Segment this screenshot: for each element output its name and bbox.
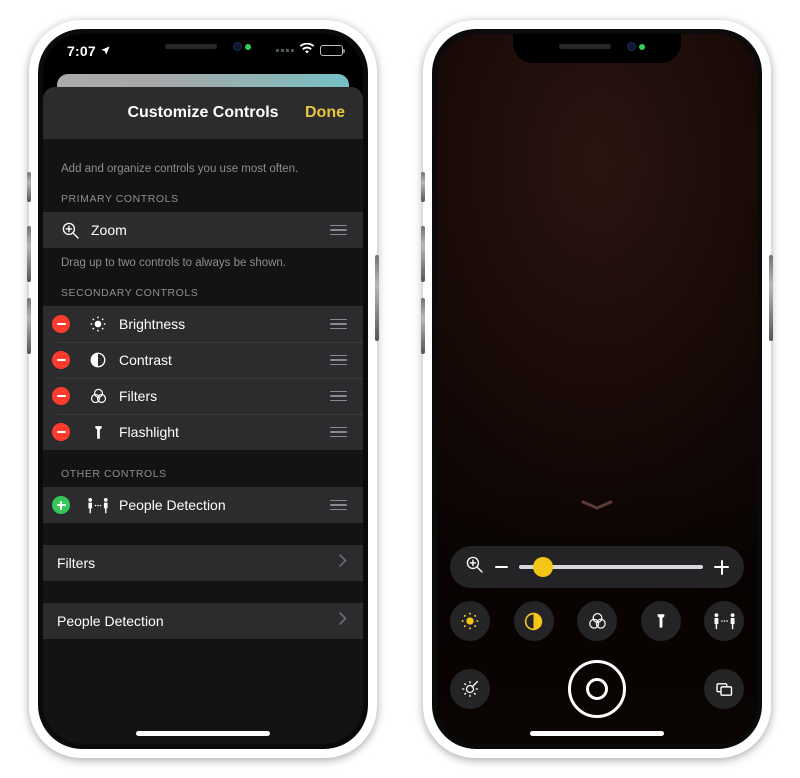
reorder-handle-icon[interactable] (330, 390, 347, 402)
contrast-half-circle-icon[interactable] (513, 601, 554, 641)
disclosure-row-people-detection[interactable]: People Detection (43, 603, 363, 639)
power-button[interactable] (375, 255, 379, 341)
remove-control-button[interactable] (52, 423, 75, 441)
minus-icon[interactable] (495, 566, 508, 568)
secondary-controls-group: Brightness Contrast Filters Flashlight (43, 306, 363, 450)
list-item-label: Contrast (119, 352, 172, 368)
reorder-handle-icon[interactable] (330, 224, 347, 236)
disclosure-row-label: Filters (57, 555, 96, 571)
filters-venn-circles-icon[interactable] (577, 601, 617, 641)
tool-button-row (450, 601, 744, 641)
list-item[interactable]: Zoom (43, 212, 363, 248)
mute-switch[interactable] (27, 172, 31, 202)
done-button[interactable]: Done (305, 104, 345, 122)
sheet-header: Customize Controls Done (43, 87, 363, 139)
people-detection-icon[interactable] (704, 601, 744, 641)
screenshot-stage: Customize Controls Done Add and organize… (0, 0, 800, 778)
reorder-handle-icon[interactable] (330, 499, 347, 511)
reorder-handle-icon[interactable] (330, 354, 347, 366)
reorder-handle-icon[interactable] (330, 318, 347, 330)
shutter-inner-ring (586, 678, 608, 700)
flashlight-icon (85, 424, 111, 441)
other-controls-group: People Detection (43, 487, 363, 523)
list-item[interactable]: Contrast (43, 342, 363, 378)
list-item[interactable]: Flashlight (43, 414, 363, 450)
remove-control-button[interactable] (52, 351, 75, 369)
volume-down-button[interactable] (421, 298, 425, 354)
list-item-label: Flashlight (119, 424, 179, 440)
brightness-sun-icon (85, 315, 111, 333)
disclosure-row-filters[interactable]: Filters (43, 545, 363, 581)
status-bar: 7:07 (43, 34, 363, 65)
list-item[interactable]: Filters (43, 378, 363, 414)
zoom-slider-thumb[interactable] (532, 557, 553, 577)
disclosure-row-label: People Detection (57, 613, 164, 629)
remove-control-button[interactable] (52, 387, 75, 405)
home-indicator[interactable] (136, 731, 270, 736)
section-spacer (43, 523, 363, 545)
power-button[interactable] (769, 255, 773, 341)
filters-venn-circles-icon (85, 387, 111, 406)
front-camera-icon (626, 42, 636, 51)
plus-icon[interactable] (714, 559, 729, 575)
brightness-sun-icon[interactable] (450, 601, 490, 641)
status-bar-right (276, 42, 345, 60)
right-phone-screen (437, 34, 757, 744)
chevron-right-icon (339, 612, 347, 630)
freeze-frame-shutter-button[interactable] (568, 660, 626, 718)
home-indicator[interactable] (530, 731, 664, 736)
volume-up-button[interactable] (27, 226, 31, 282)
sheet-body[interactable]: Add and organize controls you use most o… (43, 139, 363, 744)
list-item-label: Zoom (91, 222, 127, 238)
status-bar-left: 7:07 (67, 43, 111, 59)
zoom-slider-track[interactable] (519, 557, 703, 577)
list-item[interactable]: People Detection (43, 487, 363, 523)
chevron-down-handle-icon[interactable] (580, 498, 614, 516)
reorder-handle-icon[interactable] (330, 426, 347, 438)
volume-up-button[interactable] (421, 226, 425, 282)
right-phone-device (421, 20, 773, 758)
zoom-slider-bar[interactable] (450, 546, 744, 588)
left-phone-screen: Customize Controls Done Add and organize… (43, 34, 363, 744)
contrast-half-circle-icon (85, 351, 111, 369)
green-recording-dot (245, 44, 251, 50)
battery-icon (320, 45, 345, 56)
left-phone-device: Customize Controls Done Add and organize… (27, 20, 379, 758)
people-detection-icon (85, 497, 111, 514)
volume-down-button[interactable] (27, 298, 31, 354)
zoom-in-magnifier-icon (465, 555, 484, 579)
multiple-frames-icon[interactable] (704, 669, 744, 709)
green-recording-dot (639, 44, 645, 50)
section-header-other: OTHER CONTROLS (61, 468, 167, 480)
chevron-right-icon (339, 554, 347, 572)
notch (513, 34, 681, 63)
list-item-label: Brightness (119, 316, 186, 332)
left-phone-bezel: Customize Controls Done Add and organize… (38, 29, 368, 749)
location-arrow-icon (100, 43, 111, 59)
section-spacer (43, 581, 363, 603)
magnifier-controls (437, 546, 757, 718)
clock-label: 7:07 (67, 42, 96, 59)
list-item-label: People Detection (119, 497, 226, 513)
right-phone-bezel (432, 29, 762, 749)
page-title: Customize Controls (127, 104, 279, 121)
settings-gear-icon[interactable] (450, 669, 490, 709)
primary-section-footer: Drag up to two controls to always be sho… (61, 257, 287, 269)
list-item[interactable]: Brightness (43, 306, 363, 342)
zoom-in-magnifier-icon (57, 221, 83, 240)
intro-description: Add and organize controls you use most o… (61, 163, 299, 175)
flashlight-icon[interactable] (640, 601, 681, 641)
action-button-row (450, 654, 744, 718)
primary-controls-group: Zoom (43, 212, 363, 248)
mute-switch[interactable] (421, 172, 425, 202)
cellular-dots-icon (276, 49, 294, 52)
section-header-secondary: SECONDARY CONTROLS (61, 287, 199, 299)
customize-controls-sheet: Customize Controls Done Add and organize… (43, 87, 363, 744)
section-header-primary: PRIMARY CONTROLS (61, 193, 179, 205)
remove-control-button[interactable] (52, 315, 75, 333)
add-control-button[interactable] (52, 496, 75, 514)
earpiece-speaker (558, 44, 611, 49)
list-item-label: Filters (119, 388, 158, 404)
wifi-icon (299, 42, 315, 60)
